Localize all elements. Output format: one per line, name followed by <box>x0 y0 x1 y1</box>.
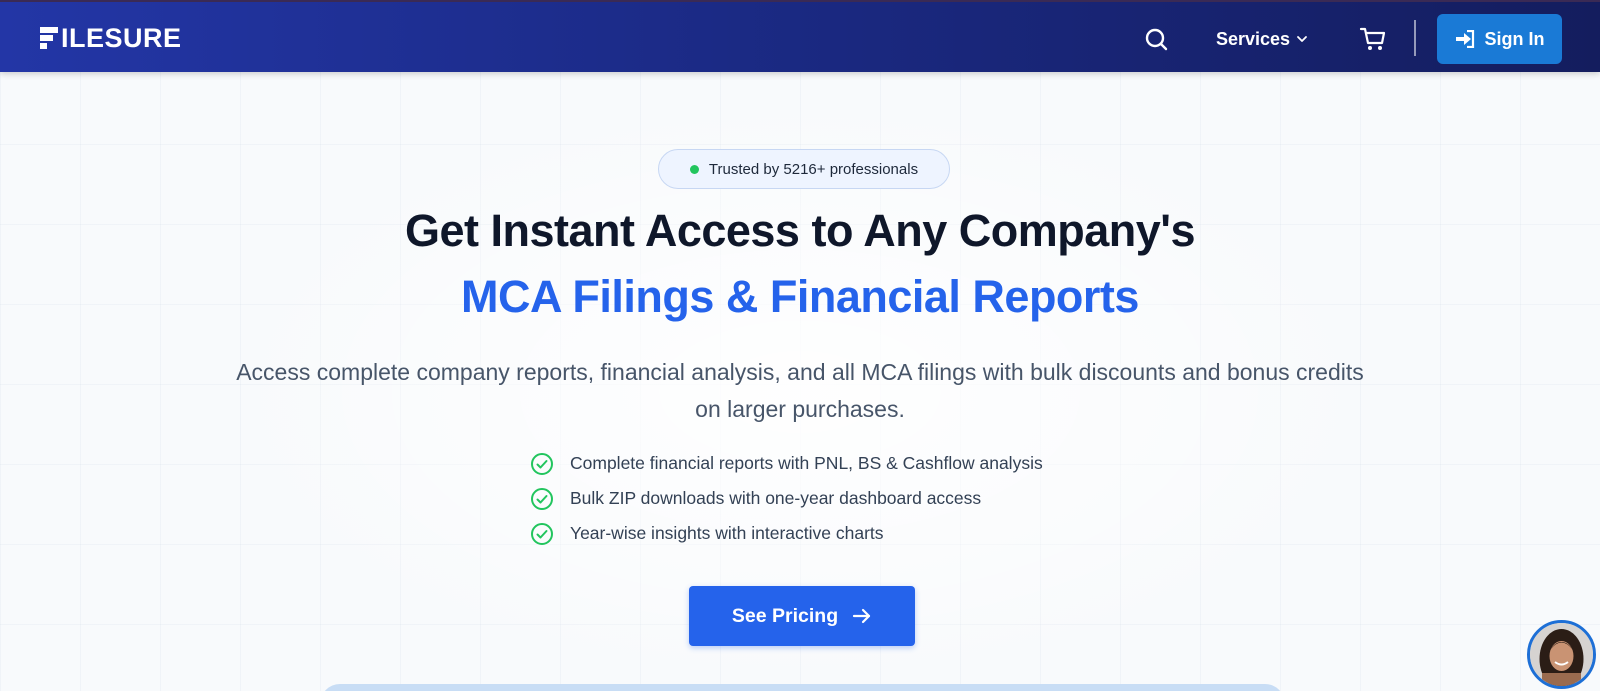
sign-in-label: Sign In <box>1484 28 1545 49</box>
see-pricing-button[interactable]: See Pricing <box>689 586 915 646</box>
feature-item: Complete financial reports with PNL, BS … <box>530 446 1130 481</box>
services-menu[interactable]: Services <box>1216 24 1308 54</box>
trust-badge-text: Trusted by 5216+ professionals <box>708 160 919 178</box>
logo-text: ILESURE <box>61 23 182 53</box>
preview-card-top <box>320 684 1285 691</box>
nav-divider <box>1414 20 1416 56</box>
search-icon[interactable] <box>1144 27 1170 53</box>
check-circle-icon <box>531 487 553 510</box>
feature-text: Year-wise insights with interactive char… <box>570 523 884 543</box>
chat-support-avatar[interactable] <box>1527 620 1596 689</box>
feature-text: Bulk ZIP downloads with one-year dashboa… <box>570 488 982 508</box>
hero-section: Trusted by 5216+ professionals Get Insta… <box>0 72 1600 691</box>
feature-text: Complete financial reports with PNL, BS … <box>570 453 1043 473</box>
arrow-right-icon <box>853 608 871 624</box>
logo-f-mark-icon <box>40 27 58 49</box>
hero-headline: Get Instant Access to Any Company's <box>404 205 1196 256</box>
filesure-logo[interactable]: ILESURE <box>39 24 182 52</box>
top-navbar: ILESURE Services Sign In <box>0 0 1600 72</box>
status-dot <box>689 164 699 174</box>
feature-item: Bulk ZIP downloads with one-year dashboa… <box>530 481 1130 516</box>
check-circle-icon <box>531 452 553 475</box>
avatar-icon <box>1530 623 1593 686</box>
sign-in-icon <box>1455 30 1474 48</box>
cart-icon[interactable] <box>1359 26 1387 52</box>
feature-item: Year-wise insights with interactive char… <box>530 516 1130 551</box>
see-pricing-label: See Pricing <box>731 604 839 627</box>
check-circle-icon <box>531 522 553 545</box>
trust-badge: Trusted by 5216+ professionals <box>658 149 950 189</box>
feature-list: Complete financial reports with PNL, BS … <box>530 446 1130 551</box>
chevron-down-icon <box>1297 36 1307 42</box>
hero-headline-accent: MCA Filings & Financial Reports <box>461 271 1139 322</box>
services-label: Services <box>1216 28 1291 49</box>
hero-subtitle: Access complete company reports, financi… <box>236 359 1364 422</box>
sign-in-button[interactable]: Sign In <box>1437 14 1562 64</box>
